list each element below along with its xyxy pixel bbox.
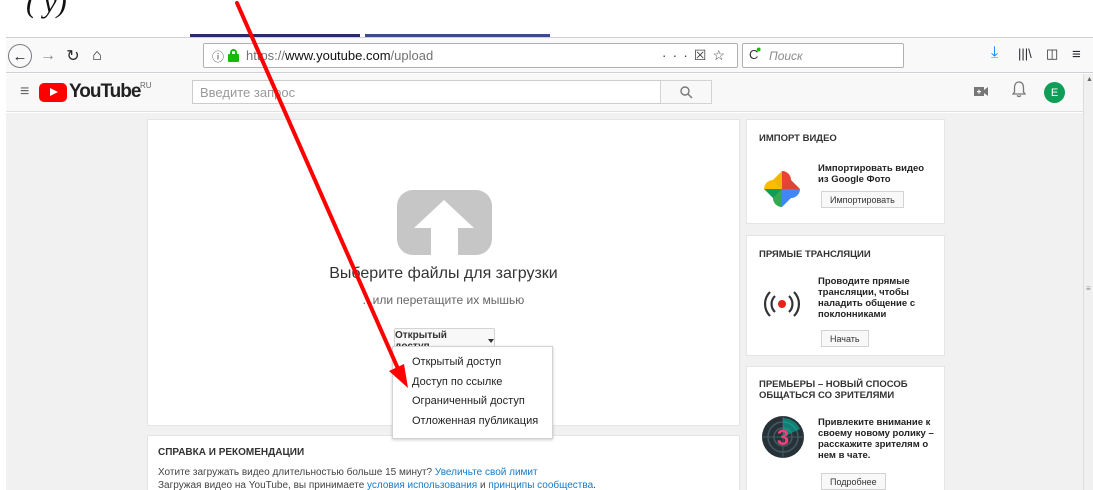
document-strip: ( у) <box>0 0 1093 37</box>
live-title: ПРЯМЫЕ ТРАНСЛЯЦИИ <box>759 249 871 260</box>
browser-search-placeholder: Поиск <box>769 49 803 63</box>
caret-down-icon <box>488 338 494 343</box>
youtube-play-icon <box>39 82 67 102</box>
privacy-option-scheduled[interactable]: Отложенная публикация <box>393 412 552 432</box>
help-line-terms: Загружая видео на YouTube, вы принимаете… <box>158 480 596 490</box>
premiere-title: ПРЕМЬЕРЫ – НОВЫЙ СПОСОБ ОБЩАТЬСЯ СО ЗРИТ… <box>759 379 908 401</box>
increase-limit-link[interactable]: Увеличьте свой лимит <box>435 467 538 478</box>
document-fragment: ( у) <box>26 0 67 19</box>
search-icon <box>679 85 692 98</box>
import-video-card: ИМПОРТ ВИДЕО Импортировать видео из Goog… <box>746 119 945 224</box>
terms-of-service-link[interactable]: условия использования <box>367 480 477 490</box>
scroll-grip-icon[interactable]: ≡ <box>1086 284 1091 293</box>
import-button[interactable]: Импортировать <box>821 191 904 208</box>
premiere-text: Привлеките внимание к своему новому роли… <box>818 417 934 461</box>
create-video-icon[interactable] <box>974 84 988 100</box>
region-label: RU <box>140 81 152 90</box>
help-title: СПРАВКА И РЕКОМЕНДАЦИИ <box>158 447 305 458</box>
learn-more-button[interactable]: Подробнее <box>821 473 886 490</box>
sidebar-icon[interactable]: ◫ <box>1046 46 1058 62</box>
lock-icon <box>228 49 239 62</box>
premiere-badge-number: 3 <box>777 425 789 450</box>
upload-title[interactable]: Выберите файлы для загрузки <box>148 265 739 283</box>
screenshot-root: ( у) ← → ↻ ⌂ ⓘ https://www.youtube.com/u… <box>0 0 1093 490</box>
premiere-countdown-icon: 3 <box>762 416 804 458</box>
url-actions: ···☒☆ <box>662 47 731 64</box>
home-icon[interactable]: ⌂ <box>88 44 106 68</box>
live-text: Проводите прямые трансляции, чтобы налад… <box>818 276 916 320</box>
hamburger-menu-icon[interactable]: ≡ <box>20 83 29 101</box>
browser-toolbar: ← → ↻ ⌂ ⓘ https://www.youtube.com/upload… <box>6 37 1093 73</box>
menu-icon[interactable]: ≡ <box>1072 46 1081 63</box>
youtube-header: ≡ YouTube RU Введите запрос E <box>6 74 1083 112</box>
notifications-bell-icon[interactable] <box>1011 81 1027 101</box>
more-icon[interactable]: ··· <box>662 47 694 63</box>
avatar[interactable]: E <box>1044 82 1065 103</box>
pocket-icon[interactable]: ☒ <box>694 47 713 63</box>
info-icon[interactable]: ⓘ <box>212 48 224 65</box>
youtube-search-placeholder: Введите запрос <box>200 85 296 100</box>
bookmark-star-icon[interactable]: ☆ <box>712 47 731 63</box>
youtube-search-button[interactable] <box>660 80 712 104</box>
import-title: ИМПОРТ ВИДЕО <box>759 133 837 144</box>
download-icon[interactable]: ⤓ <box>991 44 998 62</box>
privacy-dropdown-menu: Открытый доступ Доступ по ссылке Огранич… <box>392 346 553 439</box>
help-line-limit: Хотите загружать видео длительностью бол… <box>158 467 538 478</box>
help-card: СПРАВКА И РЕКОМЕНДАЦИИ Хотите загружать … <box>147 435 740 490</box>
live-streaming-card: ПРЯМЫЕ ТРАНСЛЯЦИИ Проводите прямые транс… <box>746 235 945 356</box>
url-text: https://www.youtube.com/upload <box>246 48 434 63</box>
upload-arrow-icon[interactable] <box>397 190 492 255</box>
start-live-button[interactable]: Начать <box>821 330 869 347</box>
scroll-up-icon[interactable]: ▲ <box>1086 76 1093 83</box>
reload-icon[interactable]: ↻ <box>64 44 82 68</box>
upload-subtitle: ...или перетащите их мышью <box>362 293 525 307</box>
privacy-option-unlisted[interactable]: Доступ по ссылке <box>393 373 552 393</box>
google-photos-icon <box>764 171 800 207</box>
page-scrollbar[interactable]: ▲ ≡ <box>1083 74 1093 490</box>
back-icon[interactable]: ← <box>8 44 32 68</box>
community-guidelines-link[interactable]: принципы сообщества <box>488 480 593 490</box>
live-broadcast-icon <box>763 291 801 317</box>
url-bar[interactable]: ⓘ https://www.youtube.com/upload ···☒☆ <box>203 43 738 68</box>
search-engine-icon[interactable]: C ● <box>749 44 761 62</box>
import-text: Импортировать видео из Google Фото <box>818 163 925 185</box>
youtube-search-input[interactable]: Введите запрос <box>192 80 661 104</box>
forward-icon[interactable]: → <box>39 44 57 68</box>
browser-search-bar[interactable]: C ● Поиск <box>742 43 904 68</box>
privacy-option-private[interactable]: Ограниченный доступ <box>393 392 552 412</box>
library-icon[interactable]: |||\ <box>1018 46 1032 61</box>
youtube-wordmark: YouTube <box>69 81 141 102</box>
privacy-option-public[interactable]: Открытый доступ <box>393 353 552 373</box>
youtube-logo[interactable]: YouTube <box>39 81 141 102</box>
premieres-card: ПРЕМЬЕРЫ – НОВЫЙ СПОСОБ ОБЩАТЬСЯ СО ЗРИТ… <box>746 366 945 490</box>
